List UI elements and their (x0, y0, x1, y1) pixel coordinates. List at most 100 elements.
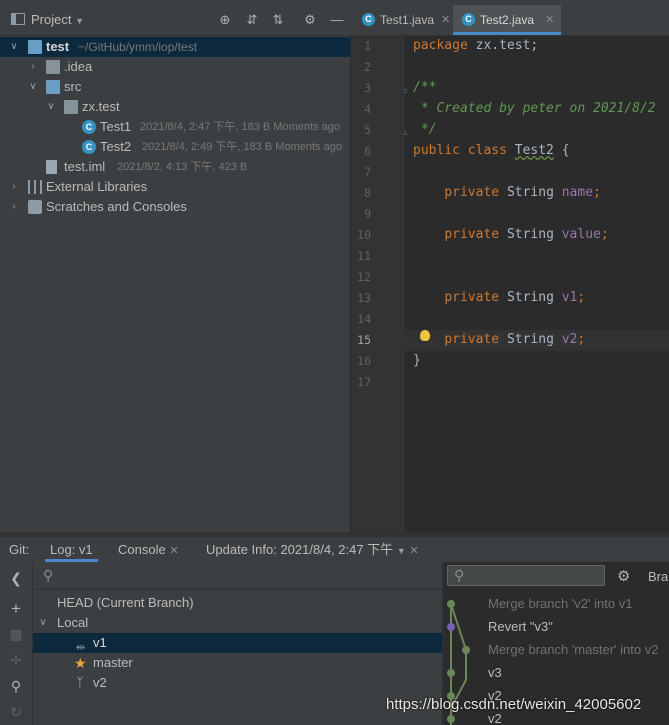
refresh-icon[interactable]: ↻ (8, 704, 24, 720)
keyword: package (413, 38, 468, 53)
module-folder-icon (28, 40, 42, 54)
branch-item-v2[interactable]: ᛉ v2 (33, 673, 442, 693)
branch-group-local[interactable]: ∨ Local (33, 613, 442, 633)
code-line-5: * Created by peter on 2021/8/2 (413, 101, 656, 116)
add-icon[interactable]: + (8, 600, 24, 617)
java-class-icon: C (362, 13, 375, 26)
field-name: v1 (561, 290, 578, 305)
tree-item-src[interactable]: ∨ src (0, 77, 350, 97)
field-name: value (561, 227, 601, 242)
close-icon[interactable]: ✕ (169, 545, 178, 557)
search-icon[interactable]: ⚲ (8, 678, 24, 694)
tab-console[interactable]: Console ✕ (118, 537, 179, 562)
type-name: String (506, 332, 554, 347)
minimize-icon[interactable]: — (329, 12, 345, 28)
keyword: private (444, 185, 500, 200)
branch-filter-dropdown[interactable]: Bra (648, 569, 668, 584)
tree-item-idea[interactable]: › .idea (0, 57, 350, 77)
commit-message: Merge branch 'master' into v2 (488, 642, 659, 657)
tab-test1-java[interactable]: C Test1.java ✕ (350, 5, 453, 35)
collapse-all-icon[interactable]: ⇅ (270, 12, 286, 28)
branch-search-input[interactable]: ⚲ (33, 563, 442, 590)
commit-row[interactable]: Merge branch 'v2' into v1 (488, 592, 632, 615)
field-name: name (561, 185, 594, 200)
branch-action-icon[interactable]: ✛ (8, 652, 24, 668)
tree-item-test2[interactable]: C Test2 2021/8/4, 2:49 下午, 183 B Moments… (0, 137, 350, 157)
line-number: 10 (357, 228, 371, 242)
project-view-icon (11, 13, 25, 25)
java-class-icon: C (82, 120, 96, 134)
branch-item-master[interactable]: ★ master (33, 653, 442, 673)
branch-label: v2 (93, 675, 107, 690)
java-class-icon: C (462, 13, 475, 26)
close-icon[interactable]: ✕ (441, 5, 450, 35)
tab-label: Test2.java (480, 13, 535, 27)
close-icon[interactable]: ✕ (545, 5, 554, 35)
branch-label: v1 (93, 635, 107, 650)
tree-item-test-iml[interactable]: test.iml 2021/8/2, 4:13 下午, 423 B (0, 157, 350, 177)
tree-item-label: Test1 (100, 119, 132, 134)
type-name: String (506, 185, 554, 200)
branch-label: master (93, 655, 133, 670)
tree-item-label: test (46, 39, 70, 54)
scratches-icon (28, 200, 42, 214)
gear-icon[interactable]: ⚙ (617, 567, 630, 585)
tree-item-scratches[interactable]: › Scratches and Consoles (0, 197, 350, 217)
line-number: 17 (357, 375, 371, 389)
package-name: zx.test; (467, 38, 539, 53)
locate-icon[interactable]: ⊕ (217, 12, 233, 28)
lightbulb-icon[interactable] (420, 330, 430, 341)
tree-item-test-module[interactable]: ∨ test ~/GitHub/ymm/iop/test (0, 37, 350, 57)
java-class-icon: C (82, 140, 96, 154)
commit-dot (447, 600, 455, 608)
tree-item-external-libraries[interactable]: › External Libraries (0, 177, 350, 197)
line-number: 7 (364, 165, 371, 179)
delete-icon[interactable]: ▩ (8, 626, 24, 642)
line-number: 16 (357, 354, 371, 368)
tree-item-label: External Libraries (46, 179, 148, 194)
tab-update-info[interactable]: Update Info: 2021/8/4, 2:47 下午 ▼ ✕ (206, 537, 419, 562)
commit-row[interactable]: Merge branch 'master' into v2 (488, 638, 658, 661)
semicolon: ; (577, 290, 586, 305)
chevron-right-icon[interactable]: › (8, 197, 20, 217)
chevron-down-icon[interactable]: ∨ (45, 97, 57, 117)
fold-marker-icon[interactable]: ▿ (403, 86, 408, 97)
gear-icon[interactable]: ⚙ (302, 12, 318, 28)
project-view-selector[interactable]: Project ▼ (31, 12, 84, 27)
chevron-left-icon[interactable]: ❮ (8, 570, 24, 586)
semicolon: ; (593, 185, 601, 200)
expand-all-icon[interactable]: ⇵ (244, 12, 260, 28)
code-line-17: } (413, 353, 421, 368)
commit-row[interactable]: v3 (488, 661, 502, 684)
close-icon[interactable]: ✕ (409, 545, 418, 557)
code-line-9: private String name; (413, 185, 601, 200)
log-search-input[interactable]: ⚲ (447, 565, 605, 586)
tab-test2-java[interactable]: C Test2.java ✕ (453, 5, 561, 35)
chevron-down-icon[interactable]: ▼ (397, 546, 406, 556)
tree-item-meta: 2021/8/4, 2:49 下午, 183 B Moments ago (142, 141, 342, 153)
line-number: 11 (357, 249, 371, 263)
tree-item-label: Scratches and Consoles (46, 199, 187, 214)
branch-item-v1[interactable]: ⬴ v1 (33, 633, 442, 653)
tree-item-package[interactable]: ∨ zx.test (0, 97, 350, 117)
tree-item-label: src (64, 79, 82, 94)
chevron-right-icon[interactable]: › (8, 177, 20, 197)
project-panel-header: Project ▼ ⊕ ⇵ ⇅ ⚙ — (0, 5, 350, 36)
tree-item-path: ~/GitHub/ymm/iop/test (78, 40, 198, 54)
fold-marker-icon[interactable]: ▵ (403, 127, 408, 138)
folder-icon (46, 60, 60, 74)
keyword: public class (413, 143, 507, 158)
git-label: Git: (9, 542, 30, 557)
chevron-down-icon[interactable]: ∨ (37, 613, 49, 633)
code-line-1: package zx.test; (413, 38, 538, 53)
branch-head[interactable]: HEAD (Current Branch) (33, 593, 442, 613)
commit-row[interactable]: Revert "v3" (488, 615, 553, 638)
commit-dot (462, 646, 470, 654)
chevron-right-icon[interactable]: › (27, 57, 39, 77)
chevron-down-icon[interactable]: ∨ (27, 77, 39, 97)
code-line-16: private String v2; (413, 332, 585, 347)
tree-item-test1[interactable]: C Test1 2021/8/4, 2:47 下午, 183 B Moments… (0, 117, 350, 137)
iml-file-icon (46, 160, 57, 174)
chevron-down-icon[interactable]: ∨ (8, 37, 20, 57)
tab-log[interactable]: Log: v1 (45, 537, 98, 562)
